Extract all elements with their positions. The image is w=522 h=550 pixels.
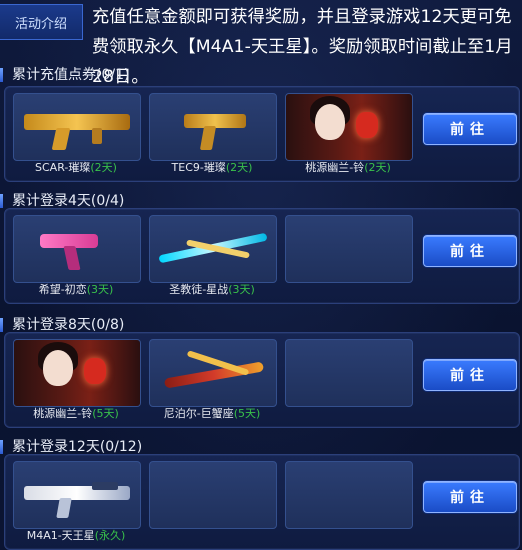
reward-name: M4A1-天王星 — [26, 529, 95, 542]
intro-tag-label: 活动介绍 — [14, 16, 67, 32]
pink-pistol-image — [14, 216, 140, 282]
reward-name: 希望-初恋 — [38, 283, 87, 296]
reward-name: 桃源幽兰-铃 — [305, 161, 365, 174]
reward-panel-login-12: M4A1-天王星(永久) 前往 — [4, 454, 520, 550]
scar-rifle-image — [14, 94, 140, 160]
reward-label: 桃源幽兰-铃(5天) — [13, 407, 139, 421]
reward-slot[interactable] — [149, 215, 277, 283]
reward-slot[interactable] — [149, 93, 277, 161]
empty-reward-slot — [285, 461, 413, 529]
reward-duration: (2天) — [225, 161, 253, 174]
reward-slot[interactable] — [13, 339, 141, 407]
goto-button[interactable]: 前往 — [423, 113, 517, 145]
reward-name: TEC9-璀璨 — [171, 161, 226, 174]
reward-duration: (3天) — [86, 283, 114, 296]
reward-slot[interactable] — [13, 93, 141, 161]
goto-button[interactable]: 前往 — [423, 235, 517, 267]
crossbow-image — [150, 216, 276, 282]
reward-label: 圣教徒-星战(3天) — [149, 283, 275, 297]
goto-button[interactable]: 前往 — [423, 481, 517, 513]
empty-reward-slot — [285, 215, 413, 283]
knife-image — [150, 340, 276, 406]
reward-panel-login-8: 桃源幽兰-铃(5天) 尼泊尔-巨蟹座(5天) 前往 — [4, 332, 520, 428]
tec9-smg-image — [150, 94, 276, 160]
reward-slot[interactable] — [13, 461, 141, 529]
reward-duration: (永久) — [94, 529, 126, 542]
reward-label: 桃源幽兰-铃(2天) — [285, 161, 411, 175]
reward-duration: (3天) — [228, 283, 255, 296]
character-portrait-image — [14, 340, 140, 406]
reward-slot[interactable] — [285, 93, 413, 161]
character-portrait-image — [286, 94, 412, 160]
intro-tag: 活动介绍 — [0, 4, 83, 40]
reward-slot[interactable] — [13, 215, 141, 283]
reward-name: 桃源幽兰-铃 — [33, 407, 93, 420]
reward-name: SCAR-璀璨 — [35, 161, 91, 174]
empty-reward-slot — [285, 339, 413, 407]
reward-duration: (2天) — [364, 161, 391, 174]
reward-slot[interactable] — [149, 339, 277, 407]
reward-label: TEC9-璀璨(2天) — [149, 161, 275, 175]
reward-label: M4A1-天王星(永久) — [13, 529, 139, 543]
goto-button[interactable]: 前往 — [423, 359, 517, 391]
reward-duration: (2天) — [90, 161, 117, 174]
m4a1-rifle-image — [14, 462, 140, 528]
reward-label: SCAR-璀璨(2天) — [13, 161, 139, 175]
reward-duration: (5天) — [233, 407, 261, 420]
empty-reward-slot — [149, 461, 277, 529]
reward-panel-recharge: SCAR-璀璨(2天) TEC9-璀璨(2天) 桃源幽兰-铃(2天) 前往 — [4, 86, 520, 182]
reward-label: 尼泊尔-巨蟹座(5天) — [149, 407, 275, 421]
reward-duration: (5天) — [92, 407, 119, 420]
section-title-recharge: 累计充值点券(0/1) — [0, 66, 232, 84]
reward-name: 圣教徒-星战 — [169, 283, 229, 296]
reward-label: 希望-初恋(3天) — [13, 283, 139, 297]
reward-panel-login-4: 希望-初恋(3天) 圣教徒-星战(3天) 前往 — [4, 208, 520, 304]
reward-name: 尼泊尔-巨蟹座 — [163, 407, 234, 420]
